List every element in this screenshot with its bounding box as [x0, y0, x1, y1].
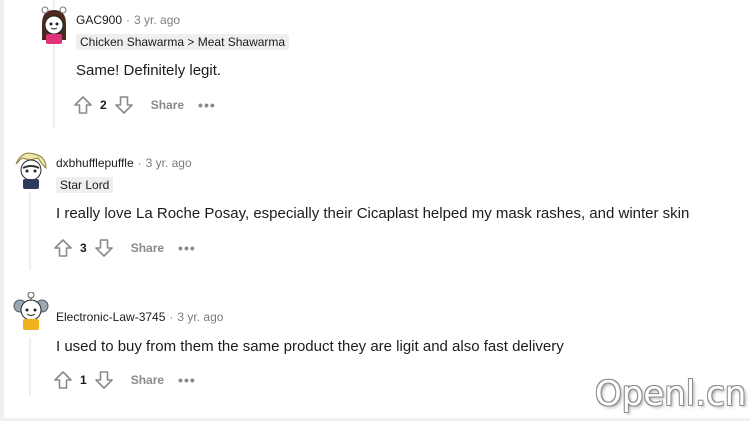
user-flair: Star Lord	[56, 177, 114, 193]
upvote-button[interactable]	[72, 94, 94, 116]
user-flair: Chicken Shawarma > Meat Shawarma	[76, 34, 290, 50]
downvote-button[interactable]	[113, 94, 135, 116]
comment-meta: Electronic-Law-3745 · 3 yr. ago	[56, 310, 223, 324]
more-options-button[interactable]: •••	[198, 97, 216, 113]
vote-score: 1	[80, 373, 87, 387]
share-button[interactable]: Share	[131, 241, 164, 255]
comment-meta: dxbhufflepuffle · 3 yr. ago	[56, 156, 192, 170]
downvote-arrow-icon	[94, 371, 113, 389]
share-button[interactable]: Share	[151, 98, 184, 112]
avatar[interactable]	[12, 150, 48, 189]
separator-dot: ·	[126, 13, 131, 27]
watermark: Openl.cn	[595, 374, 747, 414]
timestamp-link[interactable]: 3 yr. ago	[177, 310, 223, 324]
snoo-avatar-icon	[15, 152, 47, 189]
downvote-button[interactable]	[93, 369, 115, 391]
comment-body: I used to buy from them the same product…	[56, 338, 564, 355]
downvote-arrow-icon	[94, 239, 113, 257]
comment-actions: 3 Share •••	[52, 236, 196, 260]
more-options-button[interactable]: •••	[178, 240, 196, 256]
vote-score: 3	[80, 241, 87, 255]
more-options-button[interactable]: •••	[178, 372, 196, 388]
comment-actions: 1 Share •••	[52, 368, 196, 392]
vote-score: 2	[100, 98, 107, 112]
avatar[interactable]	[12, 291, 49, 330]
upvote-arrow-icon	[54, 371, 72, 389]
username-link[interactable]: Electronic-Law-3745	[56, 310, 165, 324]
comment-body: I really love La Roche Posay, especially…	[56, 205, 690, 222]
downvote-button[interactable]	[93, 237, 115, 259]
thread-line[interactable]	[29, 338, 31, 396]
thread-line[interactable]	[29, 192, 31, 270]
timestamp-link[interactable]: 3 yr. ago	[134, 13, 180, 27]
avatar[interactable]	[36, 6, 72, 44]
comment-actions: 2 Share •••	[72, 93, 216, 117]
snoo-avatar-icon	[41, 6, 67, 44]
upvote-button[interactable]	[52, 369, 74, 391]
separator-dot: ·	[169, 310, 174, 324]
username-link[interactable]: GAC900	[76, 13, 122, 27]
comments-panel: GAC900 · 3 yr. ago Chicken Shawarma > Me…	[4, 0, 750, 418]
username-link[interactable]: dxbhufflepuffle	[56, 156, 134, 170]
separator-dot: ·	[137, 156, 142, 170]
comment-meta: GAC900 · 3 yr. ago	[76, 13, 180, 27]
comment-body: Same! Definitely legit.	[76, 62, 222, 79]
downvote-arrow-icon	[114, 96, 133, 114]
upvote-arrow-icon	[74, 96, 92, 114]
upvote-button[interactable]	[52, 237, 74, 259]
upvote-arrow-icon	[54, 239, 72, 257]
snoo-avatar-icon	[13, 291, 49, 330]
share-button[interactable]: Share	[131, 373, 164, 387]
timestamp-link[interactable]: 3 yr. ago	[146, 156, 192, 170]
